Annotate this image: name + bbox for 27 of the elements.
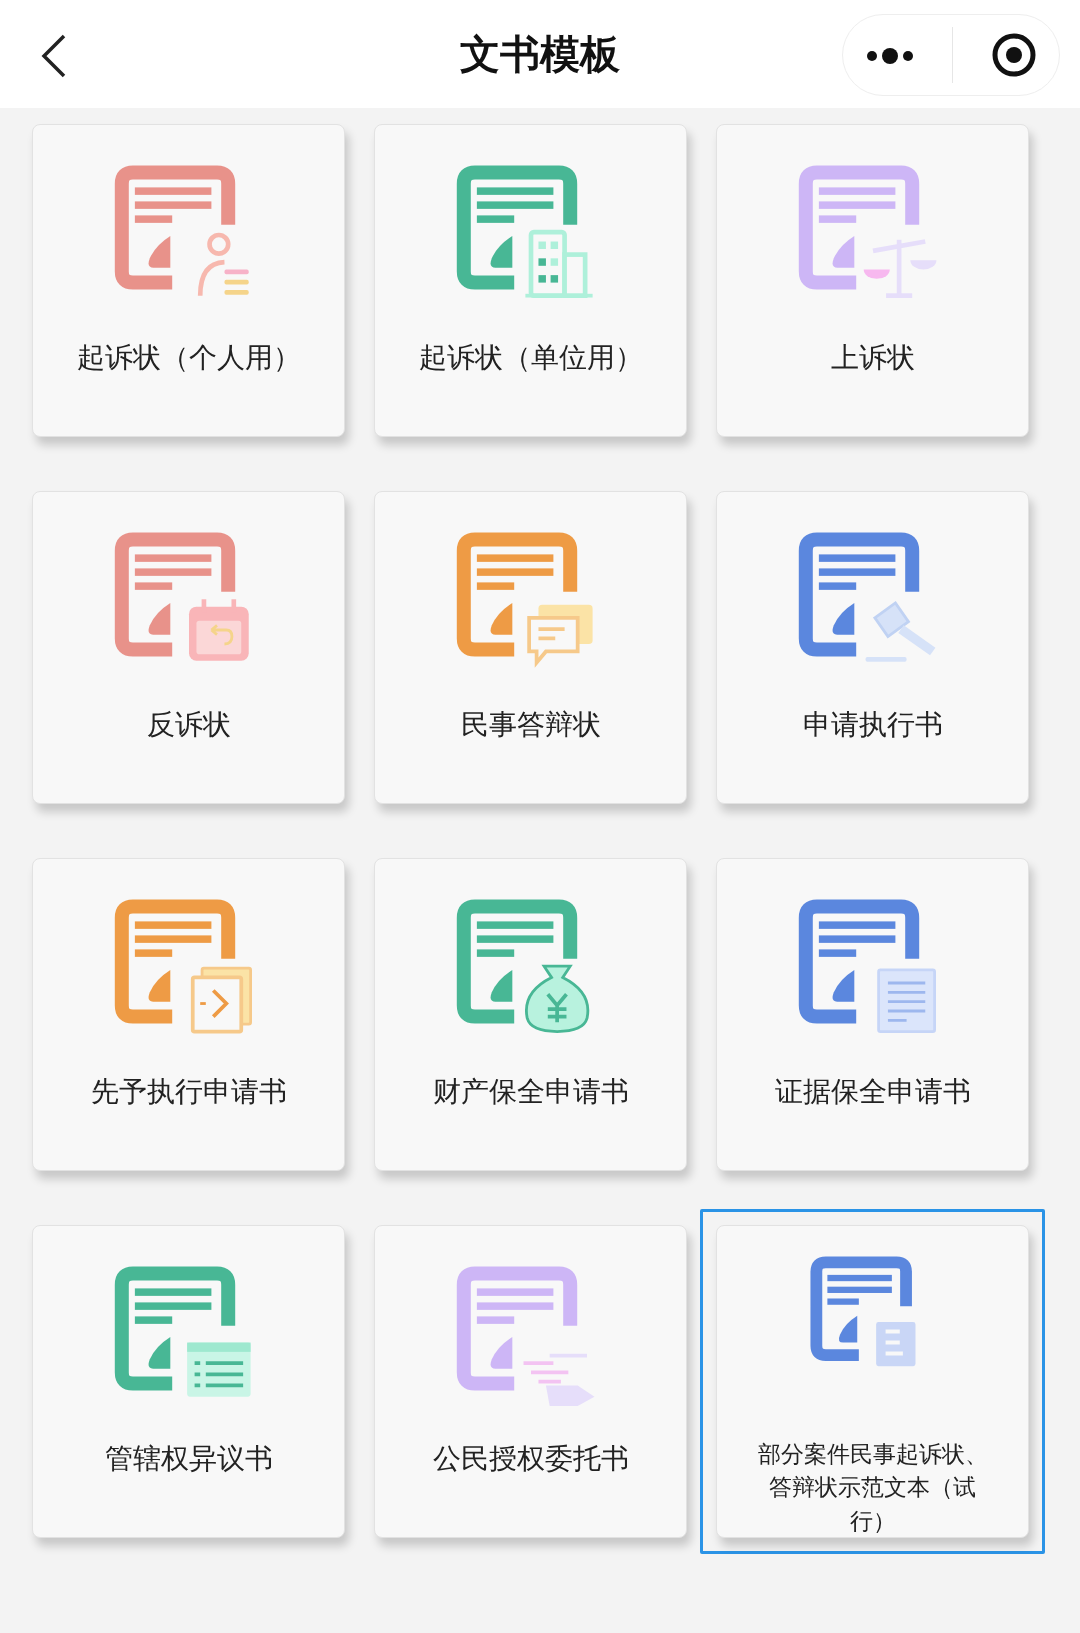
template-tile[interactable]: 管辖权异议书: [16, 1209, 361, 1554]
template-label: 先予执行申请书: [90, 1074, 287, 1110]
template-label: 起诉状（个人用）: [76, 340, 301, 376]
template-label: 反诉状: [146, 707, 231, 743]
template-label: 管辖权异议书: [104, 1441, 273, 1477]
template-label: 起诉状（单位用）: [418, 340, 643, 376]
template-tile[interactable]: 上诉状: [700, 108, 1045, 453]
template-label: 申请执行书: [802, 707, 943, 743]
more-icon: [864, 45, 915, 66]
page-title: 文书模板: [460, 30, 620, 79]
template-label: 部分案件民事起诉状、答辩状示范文本（试行）: [756, 1440, 989, 1536]
template-label: 财产保全申请书: [432, 1074, 629, 1110]
template-tile[interactable]: 部分案件民事起诉状、答辩状示范文本（试行）: [700, 1209, 1045, 1554]
template-tile[interactable]: 反诉状: [16, 475, 361, 820]
template-tile[interactable]: 公民授权委托书: [358, 1209, 703, 1554]
template-tile[interactable]: 起诉状（个人用）: [16, 108, 361, 453]
template-tile[interactable]: 证据保全申请书: [700, 842, 1045, 1187]
template-tile[interactable]: 先予执行申请书: [16, 842, 361, 1187]
target-icon: [991, 32, 1038, 78]
template-tile[interactable]: 民事答辩状: [358, 475, 703, 820]
template-tile[interactable]: 申请执行书: [700, 475, 1045, 820]
template-label: 民事答辩状: [460, 707, 601, 743]
template-label: 上诉状: [830, 340, 915, 376]
template-tile[interactable]: 财产保全申请书: [358, 842, 703, 1187]
template-label: 证据保全申请书: [774, 1074, 971, 1110]
template-tile[interactable]: 起诉状（单位用）: [358, 108, 703, 453]
template-label: 公民授权委托书: [432, 1441, 629, 1477]
